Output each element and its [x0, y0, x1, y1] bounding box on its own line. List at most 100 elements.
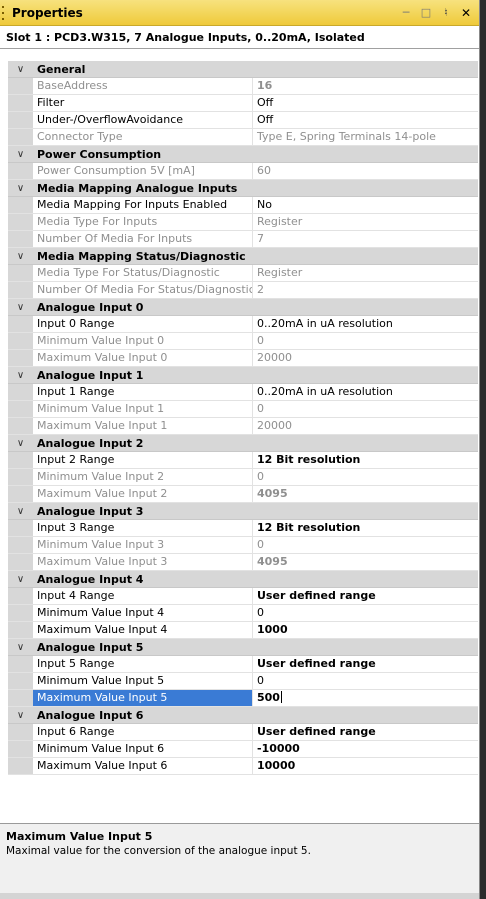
- chevron-down-icon[interactable]: ∨: [8, 642, 33, 653]
- property-row[interactable]: Minimum Value Input 6 -10000: [8, 741, 478, 758]
- property-name[interactable]: Under-/OverflowAvoidance: [33, 112, 253, 128]
- property-value[interactable]: Off: [253, 112, 478, 128]
- property-value[interactable]: 12 Bit resolution: [253, 520, 478, 536]
- property-row[interactable]: Media Mapping For Inputs Enabled No: [8, 197, 478, 214]
- property-name[interactable]: Number Of Media For Status/Diagnostic: [33, 282, 253, 298]
- title-bar[interactable]: Properties ─ □ ♮ ✕: [0, 0, 479, 26]
- property-name[interactable]: Input 3 Range: [33, 520, 253, 536]
- property-name[interactable]: Input 2 Range: [33, 452, 253, 468]
- category-header[interactable]: ∨ Analogue Input 5: [8, 639, 478, 656]
- property-row[interactable]: Maximum Value Input 3 4095: [8, 554, 478, 571]
- property-row[interactable]: Number Of Media For Status/Diagnostic 2: [8, 282, 478, 299]
- property-row[interactable]: Maximum Value Input 2 4095: [8, 486, 478, 503]
- category-header[interactable]: ∨ Analogue Input 0: [8, 299, 478, 316]
- minimize-icon[interactable]: ─: [399, 6, 413, 20]
- property-row[interactable]: Minimum Value Input 5 0: [8, 673, 478, 690]
- property-name[interactable]: Minimum Value Input 4: [33, 605, 253, 621]
- chevron-down-icon[interactable]: ∨: [8, 183, 33, 194]
- chevron-down-icon[interactable]: ∨: [8, 251, 33, 262]
- property-name[interactable]: Minimum Value Input 3: [33, 537, 253, 553]
- property-name[interactable]: Maximum Value Input 0: [33, 350, 253, 366]
- property-row[interactable]: Input 1 Range 0..20mA in uA resolution: [8, 384, 478, 401]
- property-row[interactable]: Under-/OverflowAvoidance Off: [8, 112, 478, 129]
- maximize-icon[interactable]: □: [419, 6, 433, 20]
- property-value-editor[interactable]: 500: [253, 690, 478, 706]
- property-value[interactable]: 0..20mA in uA resolution: [253, 384, 478, 400]
- property-value[interactable]: 0: [253, 605, 478, 621]
- category-header[interactable]: ∨ Analogue Input 3: [8, 503, 478, 520]
- property-value[interactable]: -10000: [253, 741, 478, 757]
- property-name[interactable]: Media Mapping For Inputs Enabled: [33, 197, 253, 213]
- property-value[interactable]: Off: [253, 95, 478, 111]
- property-name[interactable]: Minimum Value Input 2: [33, 469, 253, 485]
- property-row[interactable]: Maximum Value Input 5 500: [8, 690, 478, 707]
- property-name[interactable]: Media Type For Status/Diagnostic: [33, 265, 253, 281]
- category-header[interactable]: ∨ Analogue Input 2: [8, 435, 478, 452]
- property-row[interactable]: Minimum Value Input 1 0: [8, 401, 478, 418]
- property-value[interactable]: No: [253, 197, 478, 213]
- property-row[interactable]: Minimum Value Input 0 0: [8, 333, 478, 350]
- chevron-down-icon[interactable]: ∨: [8, 64, 33, 75]
- property-name[interactable]: Number Of Media For Inputs: [33, 231, 253, 247]
- property-value[interactable]: 0..20mA in uA resolution: [253, 316, 478, 332]
- property-value[interactable]: User defined range: [253, 588, 478, 604]
- property-row[interactable]: Input 5 Range User defined range: [8, 656, 478, 673]
- category-header[interactable]: ∨ Analogue Input 4: [8, 571, 478, 588]
- chevron-down-icon[interactable]: ∨: [8, 302, 33, 313]
- property-row[interactable]: Minimum Value Input 2 0: [8, 469, 478, 486]
- property-value[interactable]: 1000: [253, 622, 478, 638]
- chevron-down-icon[interactable]: ∨: [8, 438, 33, 449]
- property-name[interactable]: Maximum Value Input 3: [33, 554, 253, 570]
- property-row[interactable]: Input 2 Range 12 Bit resolution: [8, 452, 478, 469]
- chevron-down-icon[interactable]: ∨: [8, 370, 33, 381]
- property-name[interactable]: Maximum Value Input 5: [33, 690, 253, 706]
- chevron-down-icon[interactable]: ∨: [8, 149, 33, 160]
- category-header[interactable]: ∨ Analogue Input 1: [8, 367, 478, 384]
- property-name[interactable]: Power Consumption 5V [mA]: [33, 163, 253, 179]
- property-row[interactable]: Media Type For Inputs Register: [8, 214, 478, 231]
- drag-grip-icon[interactable]: [2, 5, 8, 20]
- property-name[interactable]: Minimum Value Input 6: [33, 741, 253, 757]
- property-row[interactable]: Connector Type Type E, Spring Terminals 1…: [8, 129, 478, 146]
- close-icon[interactable]: ✕: [459, 6, 473, 20]
- property-row[interactable]: Maximum Value Input 6 10000: [8, 758, 478, 775]
- property-name[interactable]: Maximum Value Input 2: [33, 486, 253, 502]
- property-value[interactable]: User defined range: [253, 656, 478, 672]
- property-row[interactable]: Minimum Value Input 3 0: [8, 537, 478, 554]
- property-row[interactable]: Input 4 Range User defined range: [8, 588, 478, 605]
- property-row[interactable]: Filter Off: [8, 95, 478, 112]
- property-name[interactable]: Input 0 Range: [33, 316, 253, 332]
- property-row[interactable]: Maximum Value Input 1 20000: [8, 418, 478, 435]
- property-row[interactable]: Minimum Value Input 4 0: [8, 605, 478, 622]
- property-value[interactable]: 0: [253, 673, 478, 689]
- chevron-down-icon[interactable]: ∨: [8, 710, 33, 721]
- property-name[interactable]: Media Type For Inputs: [33, 214, 253, 230]
- property-name[interactable]: Input 1 Range: [33, 384, 253, 400]
- property-row[interactable]: Maximum Value Input 4 1000: [8, 622, 478, 639]
- property-name[interactable]: BaseAddress: [33, 78, 253, 94]
- chevron-down-icon[interactable]: ∨: [8, 506, 33, 517]
- property-name[interactable]: Minimum Value Input 1: [33, 401, 253, 417]
- property-row[interactable]: Maximum Value Input 0 20000: [8, 350, 478, 367]
- pin-icon[interactable]: ♮: [439, 6, 453, 20]
- property-row[interactable]: Input 0 Range 0..20mA in uA resolution: [8, 316, 478, 333]
- property-name[interactable]: Maximum Value Input 4: [33, 622, 253, 638]
- property-row[interactable]: Media Type For Status/Diagnostic Register: [8, 265, 478, 282]
- property-name[interactable]: Minimum Value Input 0: [33, 333, 253, 349]
- category-header[interactable]: ∨ Media Mapping Analogue Inputs: [8, 180, 478, 197]
- property-row[interactable]: Input 3 Range 12 Bit resolution: [8, 520, 478, 537]
- property-value[interactable]: User defined range: [253, 724, 478, 740]
- property-name[interactable]: Maximum Value Input 1: [33, 418, 253, 434]
- property-name[interactable]: Filter: [33, 95, 253, 111]
- category-header[interactable]: ∨ Media Mapping Status/Diagnostic: [8, 248, 478, 265]
- property-name[interactable]: Minimum Value Input 5: [33, 673, 253, 689]
- property-name[interactable]: Input 5 Range: [33, 656, 253, 672]
- property-name[interactable]: Maximum Value Input 6: [33, 758, 253, 774]
- category-header[interactable]: ∨ Analogue Input 6: [8, 707, 478, 724]
- property-row[interactable]: Power Consumption 5V [mA] 60: [8, 163, 478, 180]
- category-header[interactable]: ∨ General: [8, 61, 478, 78]
- property-row[interactable]: Input 6 Range User defined range: [8, 724, 478, 741]
- chevron-down-icon[interactable]: ∨: [8, 574, 33, 585]
- property-name[interactable]: Input 4 Range: [33, 588, 253, 604]
- property-name[interactable]: Input 6 Range: [33, 724, 253, 740]
